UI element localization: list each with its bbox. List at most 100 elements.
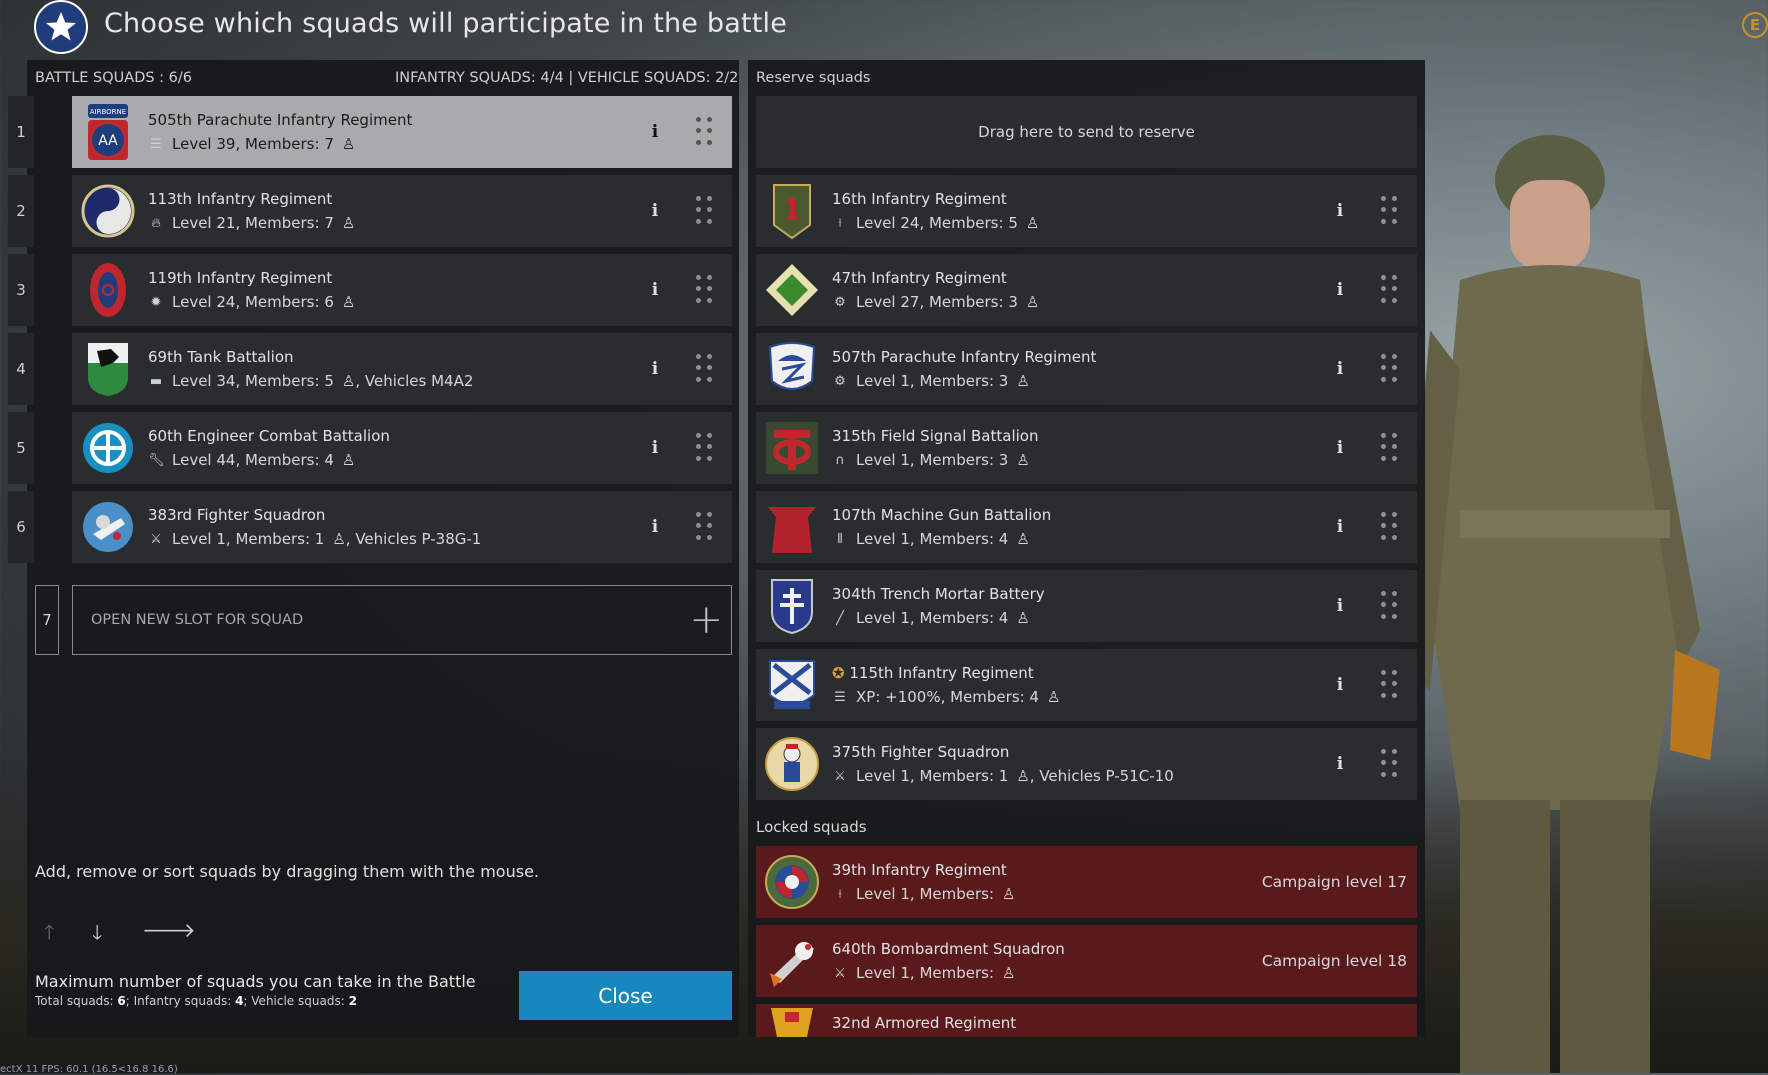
battle-squad-row[interactable]: AIRBORNE AA 505th Parachute Infantry Regi… bbox=[72, 96, 732, 168]
info-icon[interactable]: i bbox=[1329, 595, 1351, 617]
members-icon: ♙ bbox=[1016, 372, 1030, 390]
battle-squad-row[interactable]: 60th Engineer Combat Battalion 🔧︎ Level 4… bbox=[72, 412, 732, 484]
info-icon[interactable]: i bbox=[644, 516, 666, 538]
info-icon[interactable]: i bbox=[644, 200, 666, 222]
squad-type-counts: INFANTRY SQUADS: 4/4 | VEHICLE SQUADS: 2… bbox=[395, 70, 739, 86]
info-icon[interactable]: i bbox=[644, 279, 666, 301]
gear-icon: ⚙ bbox=[834, 294, 846, 310]
close-button[interactable]: Close bbox=[519, 971, 732, 1020]
reserve-squad-row[interactable]: 507th Parachute Infantry Regiment ⚙ Level… bbox=[756, 333, 1417, 405]
airborne-emblem-icon: AIRBORNE AA bbox=[80, 104, 136, 160]
reserve-squad-row[interactable]: 315th Field Signal Battalion ∩ Level 1, M… bbox=[756, 412, 1417, 484]
bombardment-emblem-icon bbox=[764, 933, 820, 989]
drag-handle-icon[interactable] bbox=[1381, 433, 1399, 463]
drag-handle-icon[interactable] bbox=[696, 433, 714, 463]
drag-handle-icon[interactable] bbox=[696, 275, 714, 305]
arrow-right-icon[interactable]: 🡒 bbox=[142, 918, 196, 942]
reserve-drop-zone[interactable]: Drag here to send to reserve bbox=[756, 96, 1417, 168]
info-icon[interactable]: i bbox=[644, 437, 666, 459]
reserve-squad-row[interactable]: 304th Trench Mortar Battery ╱ Level 1, Me… bbox=[756, 570, 1417, 642]
list-icon: ☰ bbox=[150, 136, 162, 152]
rifle-icon: ⟊ bbox=[838, 886, 842, 902]
info-icon[interactable]: i bbox=[1329, 279, 1351, 301]
info-icon[interactable]: i bbox=[644, 358, 666, 380]
rifle-icon: ⟊ bbox=[838, 215, 842, 231]
squad-name: 315th Field Signal Battalion bbox=[832, 427, 1039, 445]
reserve-squad-row[interactable]: 107th Machine Gun Battalion ⫴ Level 1, Me… bbox=[756, 491, 1417, 563]
slot-number: 4 bbox=[8, 333, 34, 405]
reserve-squad-row[interactable]: ✪ 115th Infantry Regiment ☰ XP: +100%, Me… bbox=[756, 649, 1417, 721]
info-icon[interactable]: i bbox=[1329, 200, 1351, 222]
locked-squad-row[interactable]: 640th Bombardment Squadron ⚔ Level 1, Mem… bbox=[756, 925, 1417, 997]
battle-squad-row[interactable]: 383rd Fighter Squadron ⚔ Level 1, Members… bbox=[72, 491, 732, 563]
flame-icon: 🔥︎ bbox=[151, 215, 161, 231]
drag-handle-icon[interactable] bbox=[1381, 749, 1399, 779]
squad-name: 113th Infantry Regiment bbox=[148, 190, 333, 208]
slot-number: 6 bbox=[8, 491, 34, 563]
squad-name: 39th Infantry Regiment bbox=[832, 861, 1007, 879]
parachute-crest-emblem-icon bbox=[764, 341, 820, 397]
locked-squad-row[interactable]: 39th Infantry Regiment ⟊ Level 1, Members… bbox=[756, 846, 1417, 918]
squad-meta: Level 39, Members: 7 bbox=[172, 135, 334, 153]
drag-hint: Add, remove or sort squads by dragging t… bbox=[35, 862, 539, 881]
drag-handle-icon[interactable] bbox=[696, 512, 714, 542]
reserve-squad-row[interactable]: 375th Fighter Squadron ⚔ Level 1, Members… bbox=[756, 728, 1417, 800]
slot-number: 5 bbox=[8, 412, 34, 484]
drag-handle-icon[interactable] bbox=[1381, 275, 1399, 305]
squad-meta: Level 1, Members: 4 bbox=[856, 530, 1009, 548]
squad-name: 69th Tank Battalion bbox=[148, 348, 294, 366]
drag-handle-icon[interactable] bbox=[696, 117, 714, 147]
info-icon[interactable]: i bbox=[1329, 753, 1351, 775]
members-icon: ♙ bbox=[1002, 885, 1016, 903]
squad-meta: Level 1, Members: 3 bbox=[856, 372, 1009, 390]
open-new-slot-button[interactable]: OPEN NEW SLOT FOR SQUAD + bbox=[72, 585, 732, 655]
slot-number: 2 bbox=[8, 175, 34, 247]
info-icon[interactable]: i bbox=[1329, 674, 1351, 696]
squad-meta: Level 1, Members: 1 bbox=[856, 767, 1009, 785]
plus-icon: + bbox=[689, 597, 723, 643]
members-icon: ♙ bbox=[1016, 530, 1030, 548]
drag-handle-icon[interactable] bbox=[696, 354, 714, 384]
members-icon: ♙ bbox=[341, 451, 356, 469]
reserve-squad-row[interactable]: 47th Infantry Regiment ⚙ Level 27, Member… bbox=[756, 254, 1417, 326]
arrow-up-icon[interactable]: 🡑 bbox=[44, 918, 54, 952]
locked-squad-row[interactable]: 32nd Armored Regiment bbox=[756, 1004, 1417, 1037]
saltire-crest-emblem-icon bbox=[764, 657, 820, 713]
info-icon[interactable]: i bbox=[1329, 437, 1351, 459]
page-title: Choose which squads will participate in … bbox=[104, 8, 788, 39]
drag-handle-icon[interactable] bbox=[1381, 196, 1399, 226]
squad-name: 119th Infantry Regiment bbox=[148, 269, 333, 287]
battle-squad-row[interactable]: 113th Infantry Regiment 🔥︎ Level 21, Memb… bbox=[72, 175, 732, 247]
slot-number: 3 bbox=[8, 254, 34, 326]
currency-icon[interactable]: E bbox=[1742, 12, 1768, 38]
info-icon[interactable]: i bbox=[1329, 516, 1351, 538]
members-icon: ♙ bbox=[1016, 767, 1030, 785]
star-emblem-icon bbox=[34, 0, 88, 54]
squad-meta: Level 1, Members: 3 bbox=[856, 451, 1009, 469]
squad-vehicles: , Vehicles P-38G-1 bbox=[345, 530, 482, 548]
drag-handle-icon[interactable] bbox=[1381, 591, 1399, 621]
arrow-down-icon[interactable]: 🡓 bbox=[92, 918, 102, 952]
drag-handle-icon[interactable] bbox=[1381, 670, 1399, 700]
premium-badge-icon: ✪ bbox=[832, 664, 845, 682]
battle-squad-row[interactable]: 119th Infantry Regiment ✹ Level 24, Membe… bbox=[72, 254, 732, 326]
fighter-squadron-emblem-icon bbox=[80, 499, 136, 555]
battle-squad-row[interactable]: 69th Tank Battalion ▬ Level 34, Members: … bbox=[72, 333, 732, 405]
squad-name: ✪ 115th Infantry Regiment bbox=[832, 664, 1034, 682]
info-icon[interactable]: i bbox=[1329, 358, 1351, 380]
members-icon: ♙ bbox=[1016, 451, 1030, 469]
slot-number: 1 bbox=[8, 96, 34, 168]
drag-handle-icon[interactable] bbox=[1381, 512, 1399, 542]
battle-squads-title: BATTLE SQUADS : 6/6 bbox=[35, 70, 193, 86]
squad-meta: Level 1, Members: bbox=[856, 885, 995, 903]
fighter-squadron-emblem-icon bbox=[764, 736, 820, 792]
drag-handle-icon[interactable] bbox=[696, 196, 714, 226]
drag-handle-icon[interactable] bbox=[1381, 354, 1399, 384]
squad-name: 60th Engineer Combat Battalion bbox=[148, 427, 390, 445]
squad-meta: Level 24, Members: 6 bbox=[172, 293, 334, 311]
members-icon: ♙ bbox=[341, 372, 356, 390]
info-icon[interactable]: i bbox=[644, 121, 666, 143]
reserve-squad-row[interactable]: 1 16th Infantry Regiment ⟊ Level 24, Memb… bbox=[756, 175, 1417, 247]
members-icon: ♙ bbox=[1047, 688, 1061, 706]
members-icon: ♙ bbox=[341, 214, 356, 232]
